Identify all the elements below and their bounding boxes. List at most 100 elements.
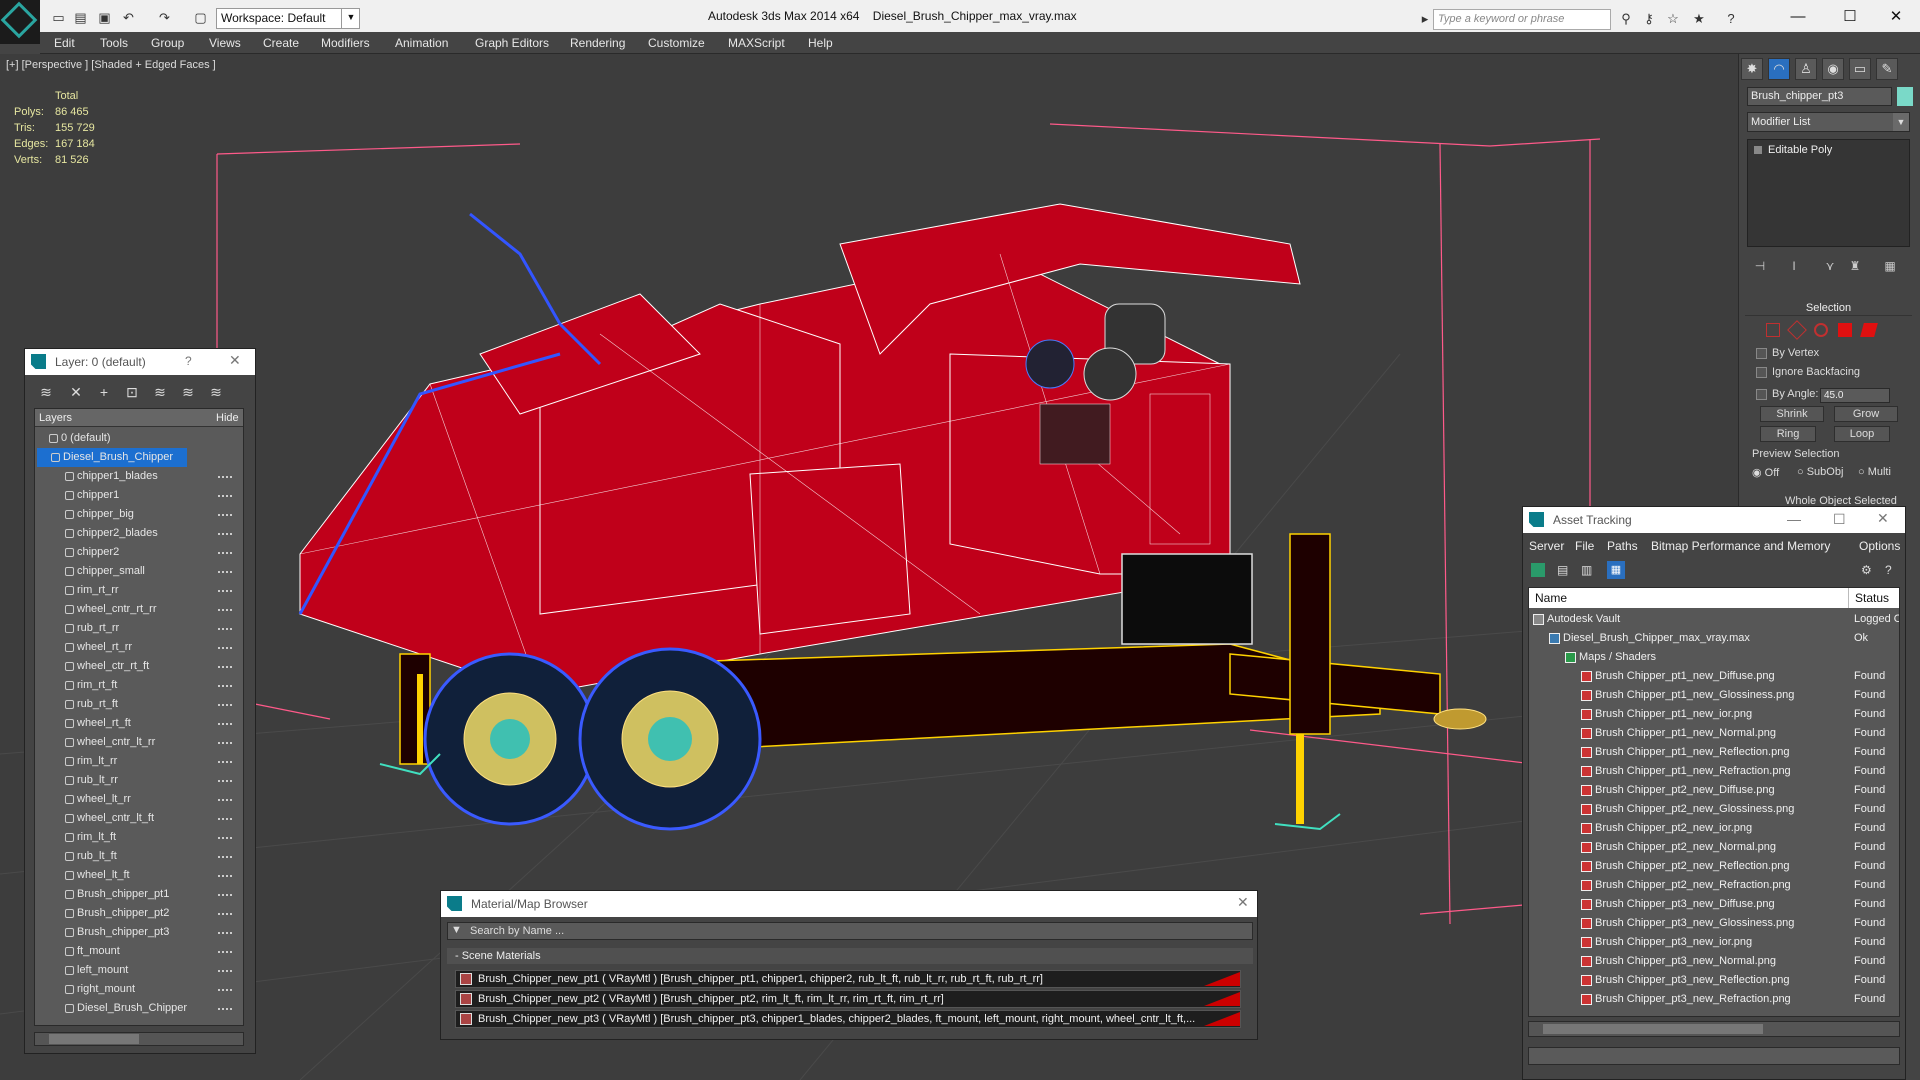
hide-toggle[interactable] (218, 856, 232, 858)
layer-row[interactable]: wheel_ctr_rt_ft (35, 657, 243, 676)
layer-row[interactable]: rub_rt_ft (35, 695, 243, 714)
utilities-tab-icon[interactable]: ✎ (1876, 58, 1898, 80)
hide-toggle[interactable] (218, 571, 232, 573)
maximize-button[interactable]: ☐ (1830, 5, 1870, 29)
layer-row[interactable]: left_mount (35, 961, 243, 980)
hide-toggle[interactable] (218, 932, 232, 934)
menu-create[interactable]: Create (263, 36, 299, 50)
hide-toggle[interactable] (218, 1008, 232, 1010)
layer-row[interactable]: 0 (default) (35, 429, 243, 448)
search-options-icon[interactable]: ▼ (451, 924, 462, 936)
search-input[interactable]: Type a keyword or phrase (1433, 9, 1611, 30)
hide-toggle[interactable] (218, 780, 232, 782)
help-icon[interactable]: ? (1722, 10, 1740, 28)
hide-toggle[interactable] (218, 685, 232, 687)
layer-row[interactable]: wheel_rt_rr (35, 638, 243, 657)
layer-row[interactable]: Brush_chipper_pt3 (35, 923, 243, 942)
hide-toggle[interactable] (218, 723, 232, 725)
hide-toggle[interactable] (218, 533, 232, 535)
binoculars-icon[interactable]: ⚲ (1617, 10, 1635, 28)
material-browser-title[interactable]: Material/Map Browser (441, 891, 1257, 917)
chevron-down-icon[interactable]: ▼ (1893, 113, 1909, 131)
expand-arrow-icon[interactable]: ▸ (1416, 10, 1434, 28)
pin-stack-icon[interactable]: ⊣ (1750, 256, 1770, 276)
layer-row[interactable]: rub_rt_rr (35, 619, 243, 638)
motion-tab-icon[interactable]: ◉ (1822, 58, 1844, 80)
asset-row[interactable]: Brush Chipper_pt3_new_Reflection.png Foun… (1529, 971, 1899, 990)
favorite-icon[interactable]: ★ (1690, 10, 1708, 28)
hide-toggle[interactable] (218, 495, 232, 497)
menu-animation[interactable]: Animation (395, 36, 448, 50)
vault-connect-icon[interactable]: ⚙ (1861, 563, 1872, 577)
asset-row[interactable]: Brush Chipper_pt1_new_ior.png Found (1529, 705, 1899, 724)
freeze-all-icon[interactable]: ≋ (205, 381, 227, 403)
hide-toggle[interactable] (218, 951, 232, 953)
menu-rendering[interactable]: Rendering (570, 36, 625, 50)
asset-row[interactable]: Brush Chipper_pt3_new_Normal.png Found (1529, 952, 1899, 971)
layer-row[interactable]: rub_lt_ft (35, 847, 243, 866)
border-mode-icon[interactable] (1814, 323, 1828, 337)
add-layer-icon[interactable]: + (93, 381, 115, 403)
layer-list-scrollbar[interactable] (34, 1032, 244, 1046)
hide-toggle[interactable] (218, 628, 232, 630)
object-color-swatch[interactable] (1897, 87, 1913, 106)
layer-row[interactable]: wheel_cntr_rt_rr (35, 600, 243, 619)
layer-row[interactable]: rub_lt_rr (35, 771, 243, 790)
show-end-result-icon[interactable]: Ι (1784, 256, 1804, 276)
refresh-icon[interactable] (1531, 563, 1545, 577)
loop-button[interactable]: Loop (1834, 426, 1890, 442)
column-status[interactable]: Status (1855, 588, 1889, 608)
asset-row[interactable]: Brush Chipper_pt1_new_Refraction.png Foun… (1529, 762, 1899, 781)
minimize-button[interactable]: — (1778, 5, 1818, 29)
material-row[interactable]: Brush_Chipper_new_pt1 ( VRayMtl ) [Brush… (455, 970, 1241, 988)
layer-row[interactable]: Diesel_Brush_Chipper (35, 999, 243, 1018)
grow-button[interactable]: Grow (1834, 406, 1898, 422)
hide-toggle[interactable] (218, 761, 232, 763)
asset-row[interactable]: Brush Chipper_pt1_new_Diffuse.png Found (1529, 667, 1899, 686)
layer-row[interactable]: wheel_lt_rr (35, 790, 243, 809)
new-file-icon[interactable]: ▭ (50, 9, 67, 26)
stack-item-editable-poly[interactable]: Editable Poly (1750, 142, 1907, 158)
table-view-icon[interactable]: ▦ (1607, 561, 1625, 579)
shrink-button[interactable]: Shrink (1760, 406, 1824, 422)
asset-menu-paths[interactable]: Paths (1607, 539, 1638, 553)
menu-help[interactable]: Help (808, 36, 833, 50)
undo-icon[interactable]: ↶ (120, 9, 137, 26)
key-icon[interactable]: ⚷ (1640, 10, 1658, 28)
layer-row[interactable]: rim_rt_ft (35, 676, 243, 695)
layer-row[interactable]: right_mount (35, 980, 243, 999)
scene-materials-section[interactable]: - Scene Materials (447, 948, 1253, 964)
layer-row[interactable]: wheel_rt_ft (35, 714, 243, 733)
app-logo-icon[interactable] (0, 0, 40, 44)
asset-menu-file[interactable]: File (1575, 539, 1594, 553)
hide-toggle[interactable] (218, 799, 232, 801)
layer-row[interactable]: rim_lt_rr (35, 752, 243, 771)
hide-toggle[interactable] (218, 552, 232, 554)
minimize-icon[interactable]: — (1787, 511, 1801, 527)
workspace-select[interactable]: Workspace: Default (216, 8, 360, 29)
highlight-layer-icon[interactable]: ≋ (149, 381, 171, 403)
asset-row[interactable]: Brush Chipper_pt1_new_Reflection.png Foun… (1529, 743, 1899, 762)
selection-rollout-header[interactable]: Selection (1745, 300, 1912, 316)
asset-path-field[interactable] (1528, 1047, 1900, 1065)
material-search-input[interactable]: Search by Name ... (447, 922, 1253, 940)
layer-row[interactable]: Brush_chipper_pt2 (35, 904, 243, 923)
list-view-icon[interactable]: ▤ (1557, 563, 1568, 577)
open-file-icon[interactable]: ▤ (72, 9, 89, 26)
layer-row[interactable]: chipper1_blades (35, 467, 243, 486)
remove-modifier-icon[interactable]: ♜ (1845, 256, 1865, 276)
ignore-backfacing-checkbox[interactable] (1756, 367, 1767, 378)
hide-toggle[interactable] (218, 837, 232, 839)
layer-row[interactable]: chipper2_blades (35, 524, 243, 543)
menu-graph-editors[interactable]: Graph Editors (475, 36, 549, 50)
layer-row[interactable]: rim_lt_ft (35, 828, 243, 847)
asset-row[interactable]: Brush Chipper_pt3_new_Glossiness.png Foun… (1529, 914, 1899, 933)
maximize-icon[interactable]: ☐ (1833, 511, 1846, 528)
asset-tracking-title[interactable]: Asset Tracking (1523, 507, 1905, 533)
layer-panel-title[interactable]: Layer: 0 (default) (25, 349, 255, 375)
layer-row[interactable]: chipper1 (35, 486, 243, 505)
redo-icon[interactable]: ↷ (156, 9, 173, 26)
layer-row[interactable]: Brush_chipper_pt1 (35, 885, 243, 904)
layers-stack-icon[interactable]: ≋ (35, 381, 57, 403)
asset-row[interactable]: Brush Chipper_pt2_new_Refraction.png Foun… (1529, 876, 1899, 895)
